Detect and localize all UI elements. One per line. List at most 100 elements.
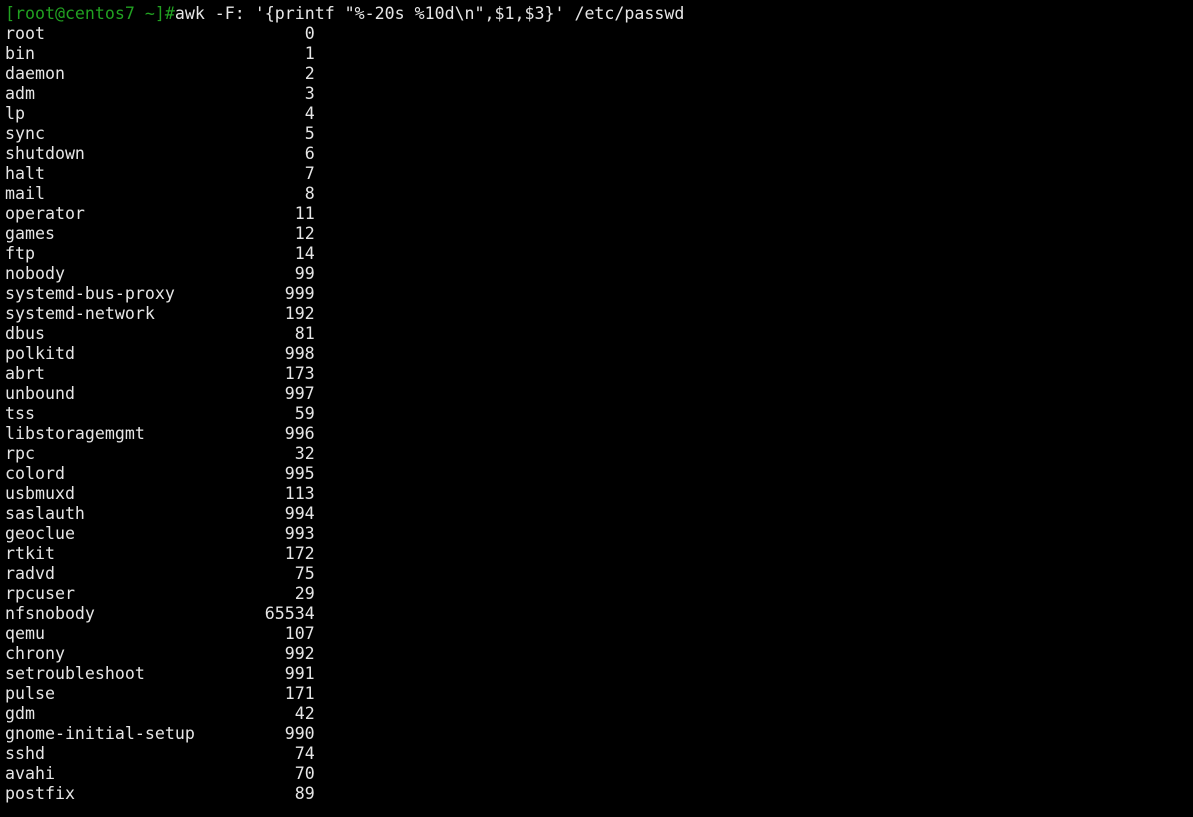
user-uid: 74 — [294, 744, 315, 763]
output-row: rpcuser 29 — [5, 584, 1193, 604]
output-row: usbmuxd 113 — [5, 484, 1193, 504]
user-name: halt — [5, 164, 45, 183]
user-name: pulse — [5, 684, 55, 703]
user-uid: 1 — [304, 44, 315, 63]
shell-prompt: [root@centos7 ~]# — [5, 4, 175, 23]
output-row: systemd-bus-proxy 999 — [5, 284, 1193, 304]
output-row: chrony 992 — [5, 644, 1193, 664]
user-name: ftp — [5, 244, 35, 263]
output-row: systemd-network 192 — [5, 304, 1193, 324]
user-name: games — [5, 224, 55, 243]
user-uid: 42 — [294, 704, 315, 723]
user-name: rtkit — [5, 544, 55, 563]
output-row: rpc 32 — [5, 444, 1193, 464]
user-name: gnome-initial-setup — [5, 724, 195, 743]
user-uid: 81 — [294, 324, 315, 343]
user-uid: 171 — [284, 684, 315, 703]
output-row: unbound 997 — [5, 384, 1193, 404]
output-row: shutdown 6 — [5, 144, 1193, 164]
output-row: setroubleshoot 991 — [5, 664, 1193, 684]
user-uid: 107 — [284, 624, 315, 643]
user-name: abrt — [5, 364, 45, 383]
user-uid: 4 — [304, 104, 315, 123]
user-name: polkitd — [5, 344, 75, 363]
output-row: nobody 99 — [5, 264, 1193, 284]
output-row: radvd 75 — [5, 564, 1193, 584]
user-name: saslauth — [5, 504, 85, 523]
user-uid: 0 — [304, 24, 315, 43]
user-name: systemd-network — [5, 304, 155, 323]
output-row: gdm 42 — [5, 704, 1193, 724]
output-rows: root 0 bin 1 daemon 2 adm 3 lp 4 sync 5 shutdown 6 hal… — [5, 24, 1193, 804]
user-name: daemon — [5, 64, 65, 83]
command-line: [root@centos7 ~]#awk -F: '{printf "%-20s… — [5, 4, 1193, 24]
user-name: colord — [5, 464, 65, 483]
output-row: polkitd 998 — [5, 344, 1193, 364]
user-uid: 990 — [284, 724, 315, 743]
output-row: geoclue 993 — [5, 524, 1193, 544]
user-name: nobody — [5, 264, 65, 283]
user-uid: 994 — [284, 504, 315, 523]
user-uid: 14 — [294, 244, 315, 263]
user-name: qemu — [5, 624, 45, 643]
output-row: nfsnobody 65534 — [5, 604, 1193, 624]
user-uid: 32 — [294, 444, 315, 463]
user-name: dbus — [5, 324, 45, 343]
output-row: pulse 171 — [5, 684, 1193, 704]
user-uid: 75 — [294, 564, 315, 583]
user-name: lp — [5, 104, 25, 123]
user-name: libstoragemgmt — [5, 424, 145, 443]
user-name: root — [5, 24, 45, 43]
user-uid: 991 — [284, 664, 315, 683]
user-uid: 993 — [284, 524, 315, 543]
user-name: unbound — [5, 384, 75, 403]
user-name: rpcuser — [5, 584, 75, 603]
user-name: chrony — [5, 644, 65, 663]
user-uid: 113 — [284, 484, 315, 503]
user-uid: 12 — [294, 224, 315, 243]
user-uid: 8 — [304, 184, 315, 203]
user-name: avahi — [5, 764, 55, 783]
output-row: halt 7 — [5, 164, 1193, 184]
command-text: awk -F: '{printf "%-20s %10d\n",$1,$3}' … — [174, 4, 685, 23]
user-name: setroubleshoot — [5, 664, 145, 683]
user-name: postfix — [5, 784, 75, 803]
user-name: geoclue — [5, 524, 75, 543]
output-row: qemu 107 — [5, 624, 1193, 644]
user-name: usbmuxd — [5, 484, 75, 503]
user-uid: 3 — [304, 84, 315, 103]
user-uid: 2 — [304, 64, 315, 83]
user-name: operator — [5, 204, 85, 223]
output-row: colord 995 — [5, 464, 1193, 484]
user-name: gdm — [5, 704, 35, 723]
user-name: rpc — [5, 444, 35, 463]
output-row: daemon 2 — [5, 64, 1193, 84]
user-uid: 997 — [284, 384, 315, 403]
output-row: sync 5 — [5, 124, 1193, 144]
output-row: games 12 — [5, 224, 1193, 244]
output-row: dbus 81 — [5, 324, 1193, 344]
output-row: bin 1 — [5, 44, 1193, 64]
user-uid: 89 — [294, 784, 315, 803]
user-name: shutdown — [5, 144, 85, 163]
user-name: sshd — [5, 744, 45, 763]
user-uid: 99 — [294, 264, 315, 283]
user-uid: 65534 — [264, 604, 315, 623]
output-row: ftp 14 — [5, 244, 1193, 264]
output-row: root 0 — [5, 24, 1193, 44]
terminal-window[interactable]: [root@centos7 ~]#awk -F: '{printf "%-20s… — [0, 0, 1193, 804]
user-uid: 999 — [284, 284, 315, 303]
user-uid: 70 — [294, 764, 315, 783]
user-uid: 6 — [304, 144, 315, 163]
user-uid: 172 — [284, 544, 315, 563]
user-uid: 992 — [284, 644, 315, 663]
user-uid: 192 — [284, 304, 315, 323]
user-name: systemd-bus-proxy — [5, 284, 175, 303]
output-row: mail 8 — [5, 184, 1193, 204]
output-row: libstoragemgmt 996 — [5, 424, 1193, 444]
user-name: adm — [5, 84, 35, 103]
output-row: rtkit 172 — [5, 544, 1193, 564]
output-row: lp 4 — [5, 104, 1193, 124]
user-name: nfsnobody — [5, 604, 95, 623]
user-uid: 5 — [304, 124, 315, 143]
